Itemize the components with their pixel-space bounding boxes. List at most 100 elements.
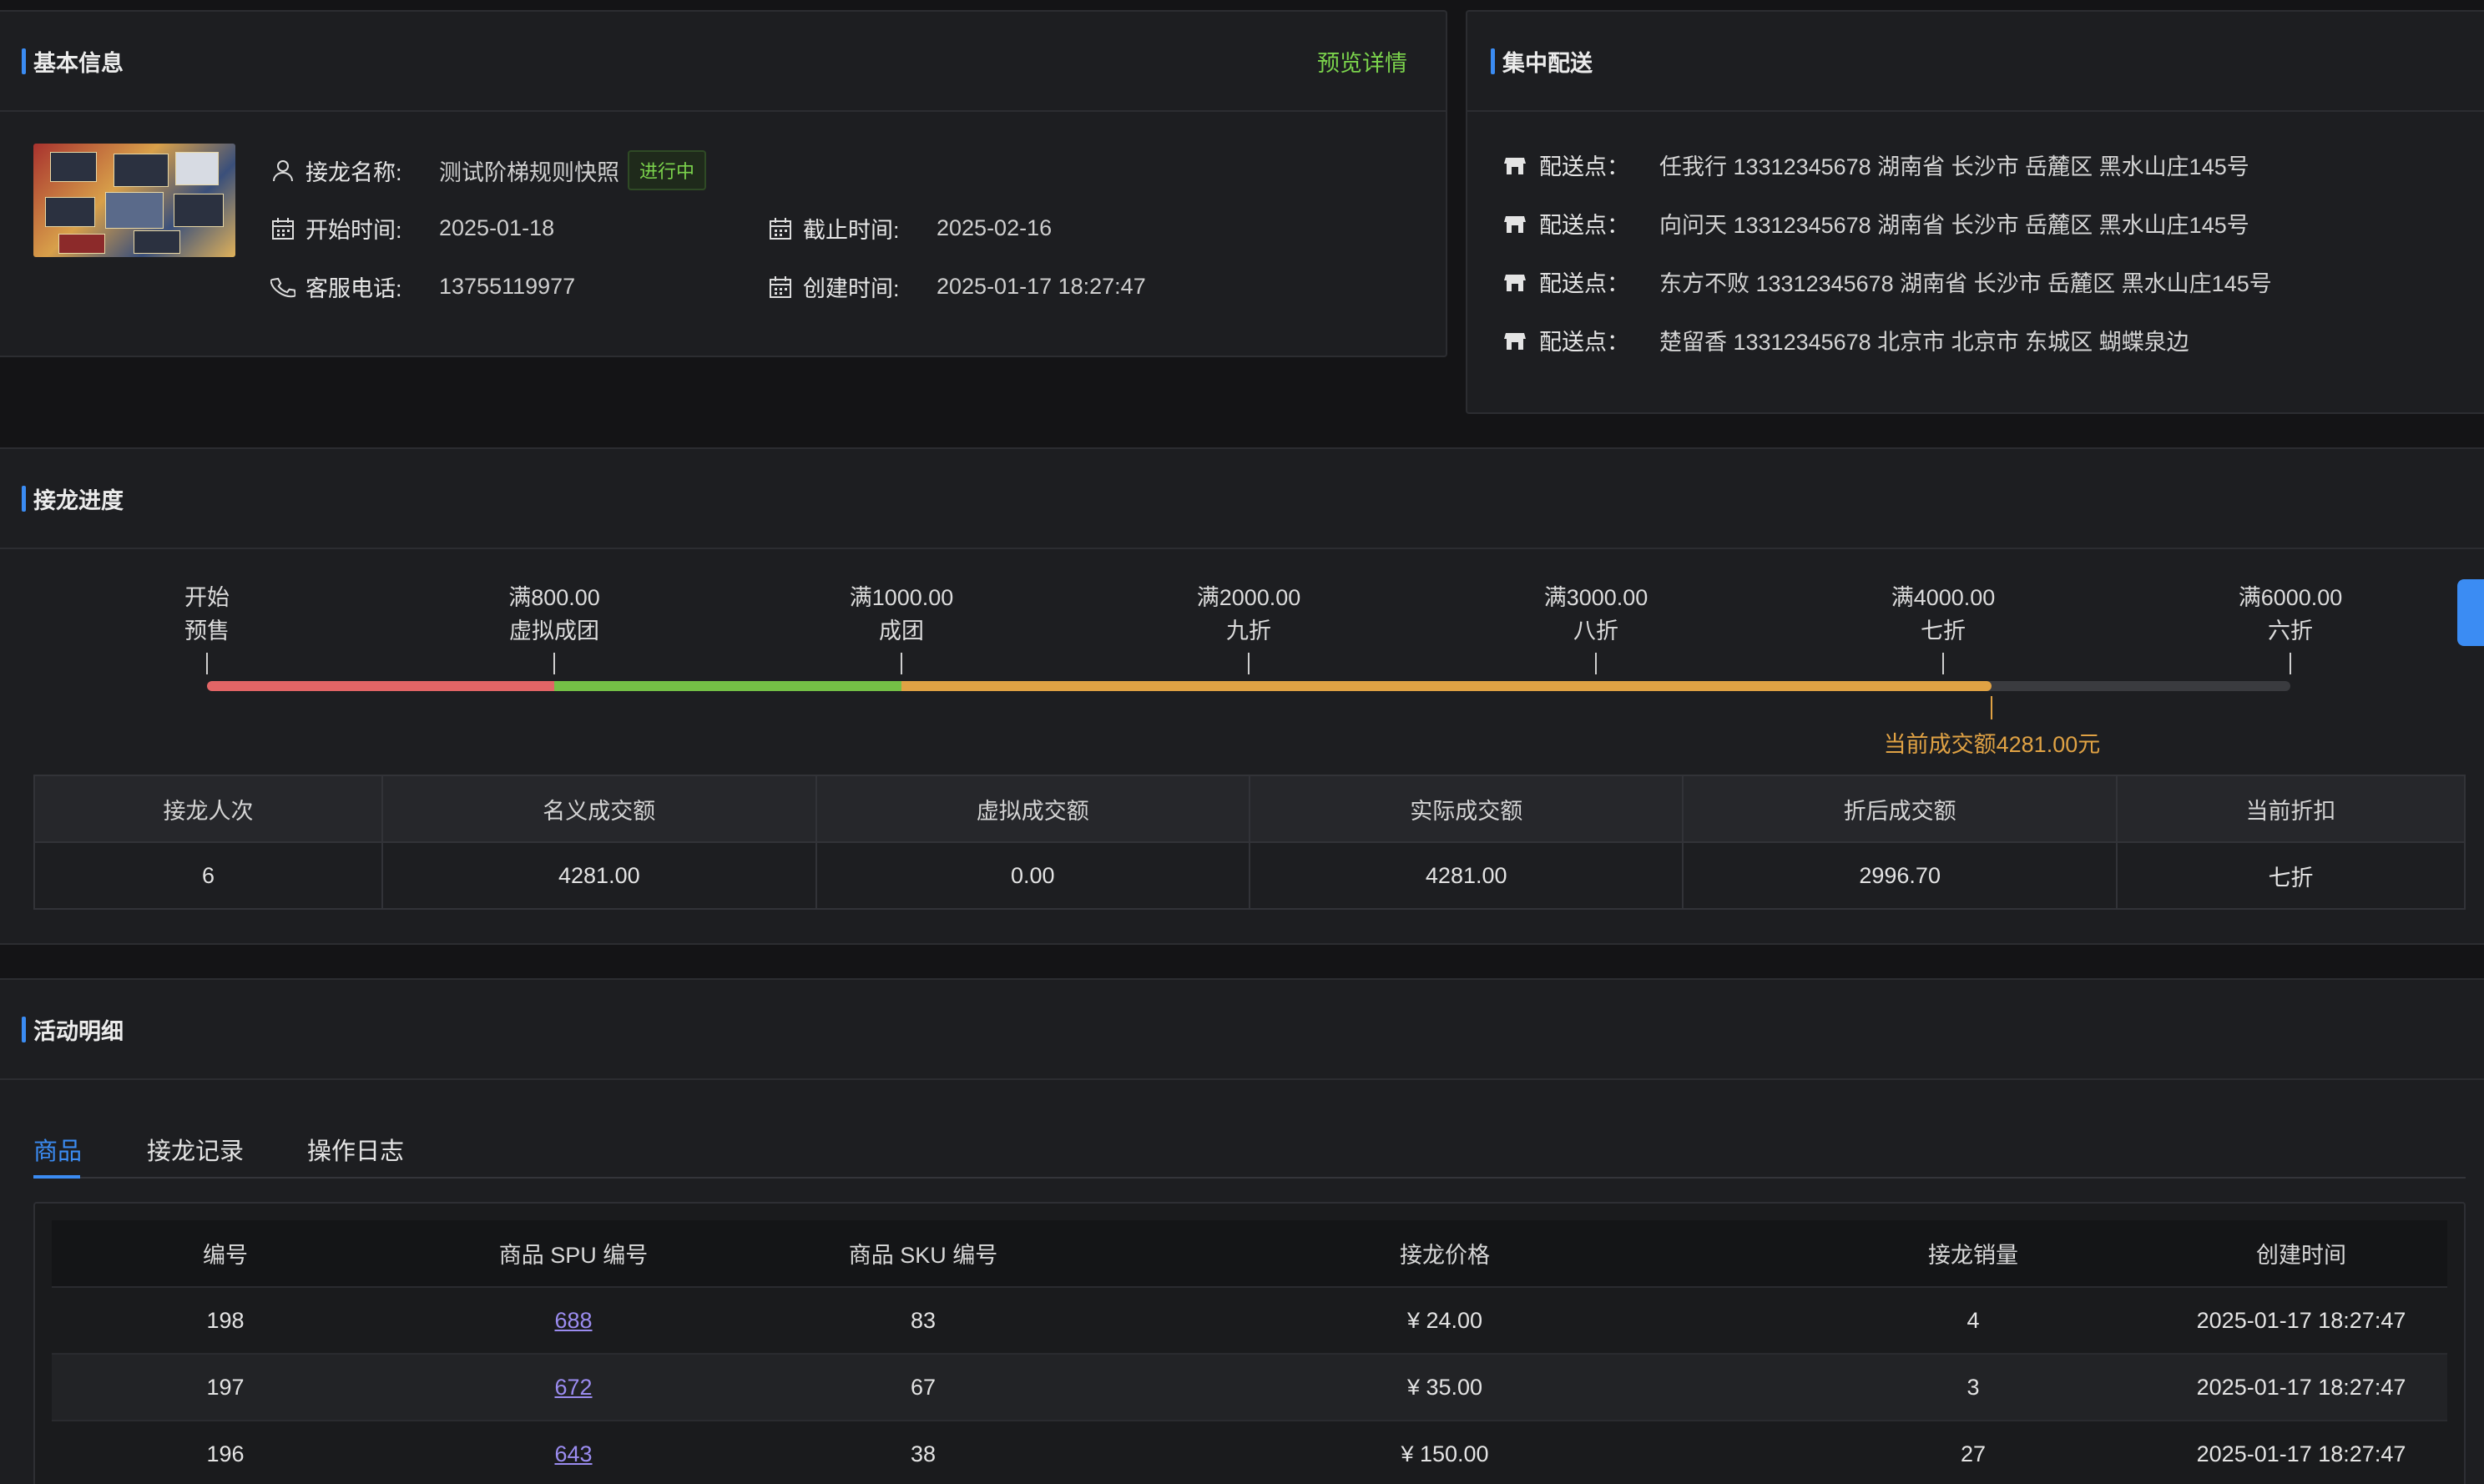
phone-icon <box>269 273 297 301</box>
goods-column-header[interactable]: 接龙销量 <box>1791 1220 2155 1288</box>
table-cell: 67 <box>748 1354 1098 1421</box>
goods-column-header[interactable]: 商品 SPU 编号 <box>399 1220 748 1288</box>
delivery-point-row: 配送点： 楚留香 13312345678 北京市 北京市 东城区 蝴蝶泉边 <box>1502 324 2189 356</box>
delivery-point-label: 配送点： <box>1539 330 1629 355</box>
created-time-value: 2025-01-17 18:27:47 <box>937 274 1146 299</box>
milestone-name: 九折 <box>1225 618 1271 644</box>
milestone-tick <box>2290 653 2291 674</box>
calendar-icon <box>766 215 795 243</box>
activity-name-value: 测试阶梯规则快照 <box>439 159 619 185</box>
spu-cell: 643 <box>399 1421 748 1484</box>
stats-header-cell: 接龙人次 <box>33 775 384 843</box>
table-cell: ¥ 35.00 <box>1098 1354 1791 1421</box>
progress-segment <box>901 681 1249 691</box>
progress-segment <box>1943 681 1992 691</box>
table-row: 198 688 83 ¥ 24.00 4 2025-01-17 18:27:47 <box>52 1287 2447 1355</box>
stats-value-cell: 6 <box>33 841 384 910</box>
table-cell: ¥ 24.00 <box>1098 1287 1791 1355</box>
milestone-name: 六折 <box>2267 618 2313 644</box>
tab-logs[interactable]: 操作日志 <box>307 1132 404 1167</box>
goods-table: 编号 商品 SPU 编号 商品 SKU 编号 接龙价格 接龙销量 创建时间 198 688 8… <box>52 1220 2447 1484</box>
spu-link[interactable]: 672 <box>554 1375 592 1400</box>
phone-value: 13755119977 <box>439 274 576 299</box>
milestone-amount: 满6000.00 <box>2238 585 2343 610</box>
goods-column-header[interactable]: 接龙价格 <box>1098 1220 1791 1288</box>
preview-details-link[interactable]: 预览详情 <box>1317 45 1407 78</box>
progress-title: 接龙进度 <box>22 482 124 515</box>
milestone-label: 满2000.00 九折 <box>1197 581 1301 648</box>
detail-title: 活动明细 <box>22 1013 124 1046</box>
table-cell: 27 <box>1791 1421 2155 1484</box>
table-row: 196 643 38 ¥ 150.00 27 2025-01-17 18:27:47 <box>52 1421 2447 1484</box>
activity-name-label: 接龙名称: <box>305 159 402 185</box>
milestone-tick <box>901 653 902 674</box>
stats-value-cell: 4281.00 <box>1248 841 1684 910</box>
table-cell: 2025-01-17 18:27:47 <box>2155 1421 2447 1484</box>
milestone-label: 满6000.00 六折 <box>2239 581 2343 648</box>
start-time-value: 2025-01-18 <box>439 215 555 240</box>
stats-header-cell: 当前折扣 <box>2115 775 2466 843</box>
store-icon <box>1502 153 1527 178</box>
delivery-point-value: 楚留香 13312345678 北京市 北京市 东城区 蝴蝶泉边 <box>1659 330 2189 355</box>
milestone-amount: 开始 <box>184 585 230 610</box>
table-cell: ¥ 150.00 <box>1098 1421 1791 1484</box>
delivery-point-value: 任我行 13312345678 湖南省 长沙市 岳麓区 黑水山庄145号 <box>1659 154 2249 179</box>
end-time-row: 截止时间: 2025-02-16 <box>766 212 1052 245</box>
store-icon <box>1502 211 1527 236</box>
progress-stats-table: 接龙人次 名义成交额 虚拟成交额 实际成交额 折后成交额 当前折扣 6 4281.00 0.0… <box>33 775 2466 910</box>
tabs-divider <box>33 1177 2466 1179</box>
spu-cell: 672 <box>399 1354 748 1421</box>
delivery-title: 集中配送 <box>1491 45 1593 78</box>
tab-goods[interactable]: 商品 <box>33 1132 82 1167</box>
basic-info-title: 基本信息 <box>22 45 124 78</box>
delivery-point-value: 向问天 13312345678 湖南省 长沙市 岳麓区 黑水山庄145号 <box>1659 213 2249 238</box>
delivery-header: 集中配送 <box>1467 12 2484 112</box>
delivery-point-value: 东方不败 13312345678 湖南省 长沙市 岳麓区 黑水山庄145号 <box>1659 271 2272 296</box>
phone-label: 客服电话: <box>305 276 402 301</box>
milestone-name: 虚拟成团 <box>509 618 599 644</box>
active-tab-indicator <box>33 1175 80 1179</box>
current-amount-marker <box>1991 696 1993 719</box>
store-icon <box>1502 328 1527 353</box>
start-time-label: 开始时间: <box>305 218 402 243</box>
calendar-icon <box>766 273 795 301</box>
stats-header-cell: 虚拟成交额 <box>815 775 1250 843</box>
delivery-point-label: 配送点： <box>1539 213 1629 238</box>
milestone-name: 七折 <box>1920 618 1966 644</box>
current-amount-text: 当前成交额4281.00元 <box>1883 732 2101 757</box>
progress-segment <box>1596 681 1943 691</box>
spu-link[interactable]: 688 <box>554 1308 592 1333</box>
progress-segment <box>554 681 901 691</box>
spu-link[interactable]: 643 <box>554 1441 592 1466</box>
table-cell: 2025-01-17 18:27:47 <box>2155 1354 2447 1421</box>
goods-column-header[interactable]: 编号 <box>52 1220 399 1288</box>
activity-name-row: 接龙名称: 测试阶梯规则快照 进行中 <box>269 150 707 190</box>
tab-records[interactable]: 接龙记录 <box>147 1132 244 1167</box>
created-time-label: 创建时间: <box>803 276 900 301</box>
progress-header: 接龙进度 <box>0 449 2484 549</box>
stats-value-cell: 七折 <box>2115 841 2466 910</box>
milestone-tick <box>1942 653 1944 674</box>
goods-column-header[interactable]: 创建时间 <box>2155 1220 2447 1288</box>
milestone-name: 八折 <box>1573 618 1618 644</box>
created-time-row: 创建时间: 2025-01-17 18:27:47 <box>766 270 1146 303</box>
milestone-name: 成团 <box>878 618 924 644</box>
progress-segment <box>1249 681 1596 691</box>
calendar-icon <box>269 215 297 243</box>
stats-header-cell: 实际成交额 <box>1248 775 1684 843</box>
store-icon <box>1502 270 1527 295</box>
phone-row: 客服电话: 13755119977 <box>269 270 575 303</box>
milestone-amount: 满800.00 <box>508 585 600 610</box>
milestone-label: 满3000.00 八折 <box>1544 581 1648 648</box>
side-floating-tab[interactable] <box>2457 579 2484 646</box>
milestone-tick <box>1595 653 1597 674</box>
stats-value-cell: 2996.70 <box>1682 841 2118 910</box>
stats-value-cell: 4281.00 <box>381 841 817 910</box>
delivery-point-label: 配送点： <box>1539 154 1629 179</box>
activity-cover-image <box>33 144 235 257</box>
milestone-amount: 满4000.00 <box>1891 585 1996 610</box>
goods-column-header[interactable]: 商品 SKU 编号 <box>748 1220 1098 1288</box>
status-badge: 进行中 <box>628 150 707 190</box>
user-icon <box>269 156 297 184</box>
goods-table-container: 编号 商品 SPU 编号 商品 SKU 编号 接龙价格 接龙销量 创建时间 198 688 8… <box>33 1202 2466 1484</box>
